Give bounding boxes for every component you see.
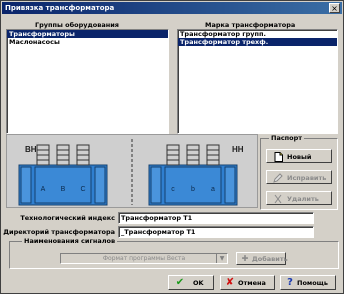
equipment-groups-list[interactable]: Трансформаторы Маслонасосы bbox=[6, 29, 169, 134]
title-bar: Привязка трансформатора × bbox=[2, 2, 342, 14]
list-item-group-transformer[interactable]: Трансформатор групп. bbox=[178, 30, 337, 38]
delete-button[interactable]: Удалить bbox=[266, 191, 332, 205]
transformer-picture: ВН НН A B C c b a bbox=[18, 139, 244, 206]
lv-phase-b: b bbox=[191, 186, 195, 193]
add-signal-label: Добавить bbox=[252, 255, 288, 263]
help-label: Помощь bbox=[297, 279, 328, 287]
close-button[interactable]: × bbox=[329, 3, 340, 13]
hv-phase-c: C bbox=[80, 186, 85, 193]
tech-index-label: Технологический индекс bbox=[20, 214, 115, 222]
hv-transformer: A B C bbox=[18, 144, 108, 206]
pencil-icon bbox=[273, 173, 283, 183]
scissors-icon bbox=[273, 194, 283, 204]
signal-format-value: Формат программы Веста bbox=[102, 255, 186, 262]
marks-header: Марка трансформатора bbox=[205, 21, 296, 29]
list-item-transformers[interactable]: Трансформаторы bbox=[7, 30, 168, 38]
signals-label: Наименования сигналов bbox=[22, 237, 118, 245]
window-title: Привязка трансформатора bbox=[5, 4, 115, 12]
lv-phase-a: a bbox=[211, 186, 215, 193]
passport-label: Паспорт bbox=[269, 134, 305, 142]
directory-input[interactable]: _Трансформатор Т1 bbox=[118, 226, 314, 238]
delete-label: Удалить bbox=[287, 195, 319, 203]
transformer-marks-list[interactable]: Трансформатор групп. Трансформатор трехф… bbox=[177, 29, 338, 134]
list-item-oil-pumps[interactable]: Маслонасосы bbox=[7, 38, 168, 46]
help-button[interactable]: ? Помощь bbox=[280, 275, 336, 290]
hv-phase-a: A bbox=[41, 186, 46, 193]
passport-group: Паспорт Новый Исправить Удалить bbox=[260, 134, 338, 210]
plus-icon: ✚ bbox=[241, 254, 249, 263]
lv-transformer: c b a bbox=[148, 144, 238, 206]
signal-format-select[interactable]: Формат программы Веста ▼ bbox=[60, 253, 228, 264]
new-label: Новый bbox=[287, 153, 312, 161]
directory-label: Директорий трансформатора bbox=[3, 228, 115, 236]
list-item-three-phase-transformer[interactable]: Трансформатор трехф. bbox=[178, 38, 337, 46]
edit-label: Исправить bbox=[287, 174, 327, 182]
lv-label: НН bbox=[232, 145, 244, 154]
cancel-label: Отмена bbox=[238, 279, 266, 287]
chevron-down-icon[interactable]: ▼ bbox=[216, 254, 227, 263]
new-document-icon bbox=[273, 152, 283, 162]
hv-phase-b: B bbox=[61, 186, 66, 193]
lv-phase-c: c bbox=[171, 186, 175, 193]
cancel-button[interactable]: ✘ Отмена bbox=[220, 275, 275, 290]
edit-button[interactable]: Исправить bbox=[266, 170, 332, 184]
new-button[interactable]: Новый bbox=[266, 149, 332, 163]
help-icon: ? bbox=[287, 277, 293, 288]
signals-group: Наименования сигналов Формат программы В… bbox=[9, 237, 339, 269]
ok-label: OK bbox=[193, 279, 204, 287]
transformer-diagram: ВН НН A B C c b a bbox=[6, 134, 258, 208]
hv-label: ВН bbox=[25, 145, 37, 154]
tech-index-input[interactable]: Трансформатор Т1 bbox=[118, 212, 314, 224]
ok-button[interactable]: ✔ OK bbox=[168, 275, 214, 290]
groups-header: Группы оборудования bbox=[35, 21, 119, 29]
cross-icon: ✘ bbox=[225, 277, 235, 288]
dialog-window: Привязка трансформатора × Группы оборудо… bbox=[0, 0, 344, 294]
checkmark-icon: ✔ bbox=[175, 277, 185, 288]
add-signal-button[interactable]: ✚ Добавить bbox=[236, 252, 288, 265]
